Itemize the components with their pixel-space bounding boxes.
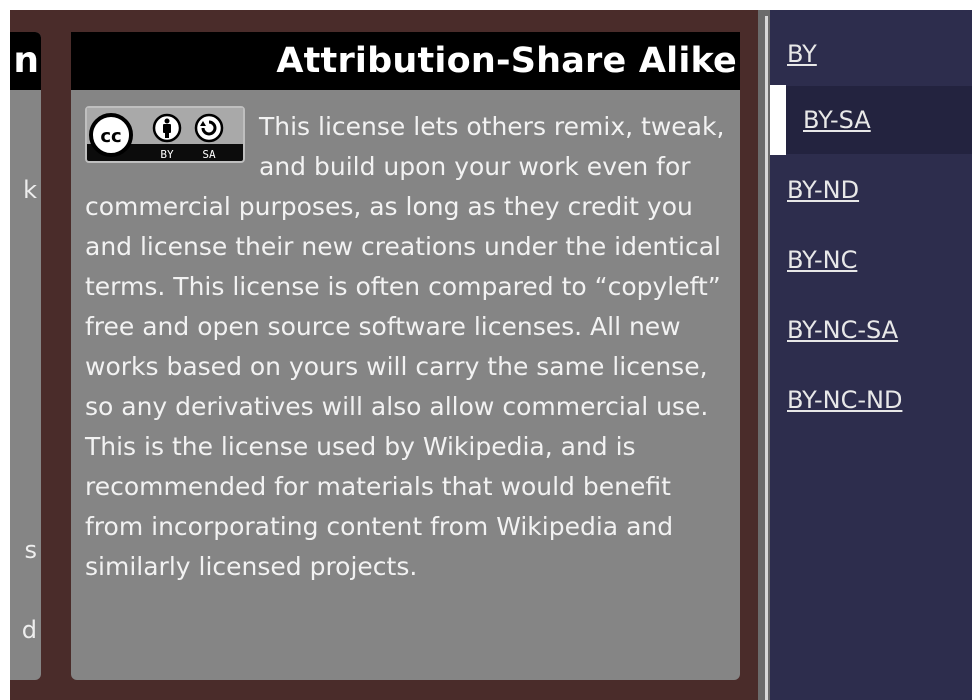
sidebar-item-by-nc[interactable]: BY-NC — [770, 226, 972, 294]
scrollbar-thumb[interactable] — [765, 16, 768, 700]
sidebar-link-by-nc-nd[interactable]: BY-NC-ND — [787, 386, 902, 414]
sidebar-item-by-nd[interactable]: BY-ND — [770, 156, 972, 224]
sidebar-link-by-nd[interactable]: BY-ND — [787, 176, 859, 204]
sidebar-item-by-sa[interactable]: BY-SA — [774, 86, 972, 154]
previous-card-title-bar: n — [10, 32, 41, 90]
card-title: Attribution-Share Alike — [276, 41, 737, 81]
previous-card-text-fragment: s — [24, 536, 37, 564]
sidebar-item-by[interactable]: BY — [770, 20, 972, 88]
sidebar-link-by-sa[interactable]: BY-SA — [803, 106, 871, 134]
license-description: This license lets others remix, tweak, a… — [85, 112, 725, 581]
badge-by-label: BY — [160, 148, 174, 161]
sidebar-link-by-nc[interactable]: BY-NC — [787, 246, 857, 274]
card-body: cc BY SA This license lets others remix,… — [71, 90, 740, 587]
card-title-bar: Attribution-Share Alike — [71, 32, 740, 90]
scroll-divider[interactable] — [758, 10, 770, 700]
sidebar-link-by-nc-sa[interactable]: BY-NC-SA — [787, 316, 898, 344]
cc-label: cc — [100, 126, 121, 147]
badge-sa-label: SA — [202, 148, 216, 161]
sidebar-link-by[interactable]: BY — [787, 40, 817, 68]
previous-card-text-fragment: k — [23, 176, 37, 204]
license-card: Attribution-Share Alike cc BY SA This li… — [71, 32, 740, 680]
sidebar-item-by-nc-nd[interactable]: BY-NC-ND — [770, 366, 972, 434]
active-item-marker — [770, 85, 786, 155]
sidebar-item-by-nc-sa[interactable]: BY-NC-SA — [770, 296, 972, 364]
previous-card-text-fragment: d — [21, 616, 37, 644]
cc-by-sa-badge-icon: cc BY SA — [85, 106, 245, 163]
license-viewer: n k s d Attribution-Share Alike cc BY SA… — [10, 10, 972, 700]
previous-card-title: n — [13, 40, 39, 81]
license-sidebar: BY BY-SA BY-ND BY-NC BY-NC-SA BY-NC-ND — [770, 10, 972, 700]
previous-license-card: n k s d — [10, 32, 41, 680]
